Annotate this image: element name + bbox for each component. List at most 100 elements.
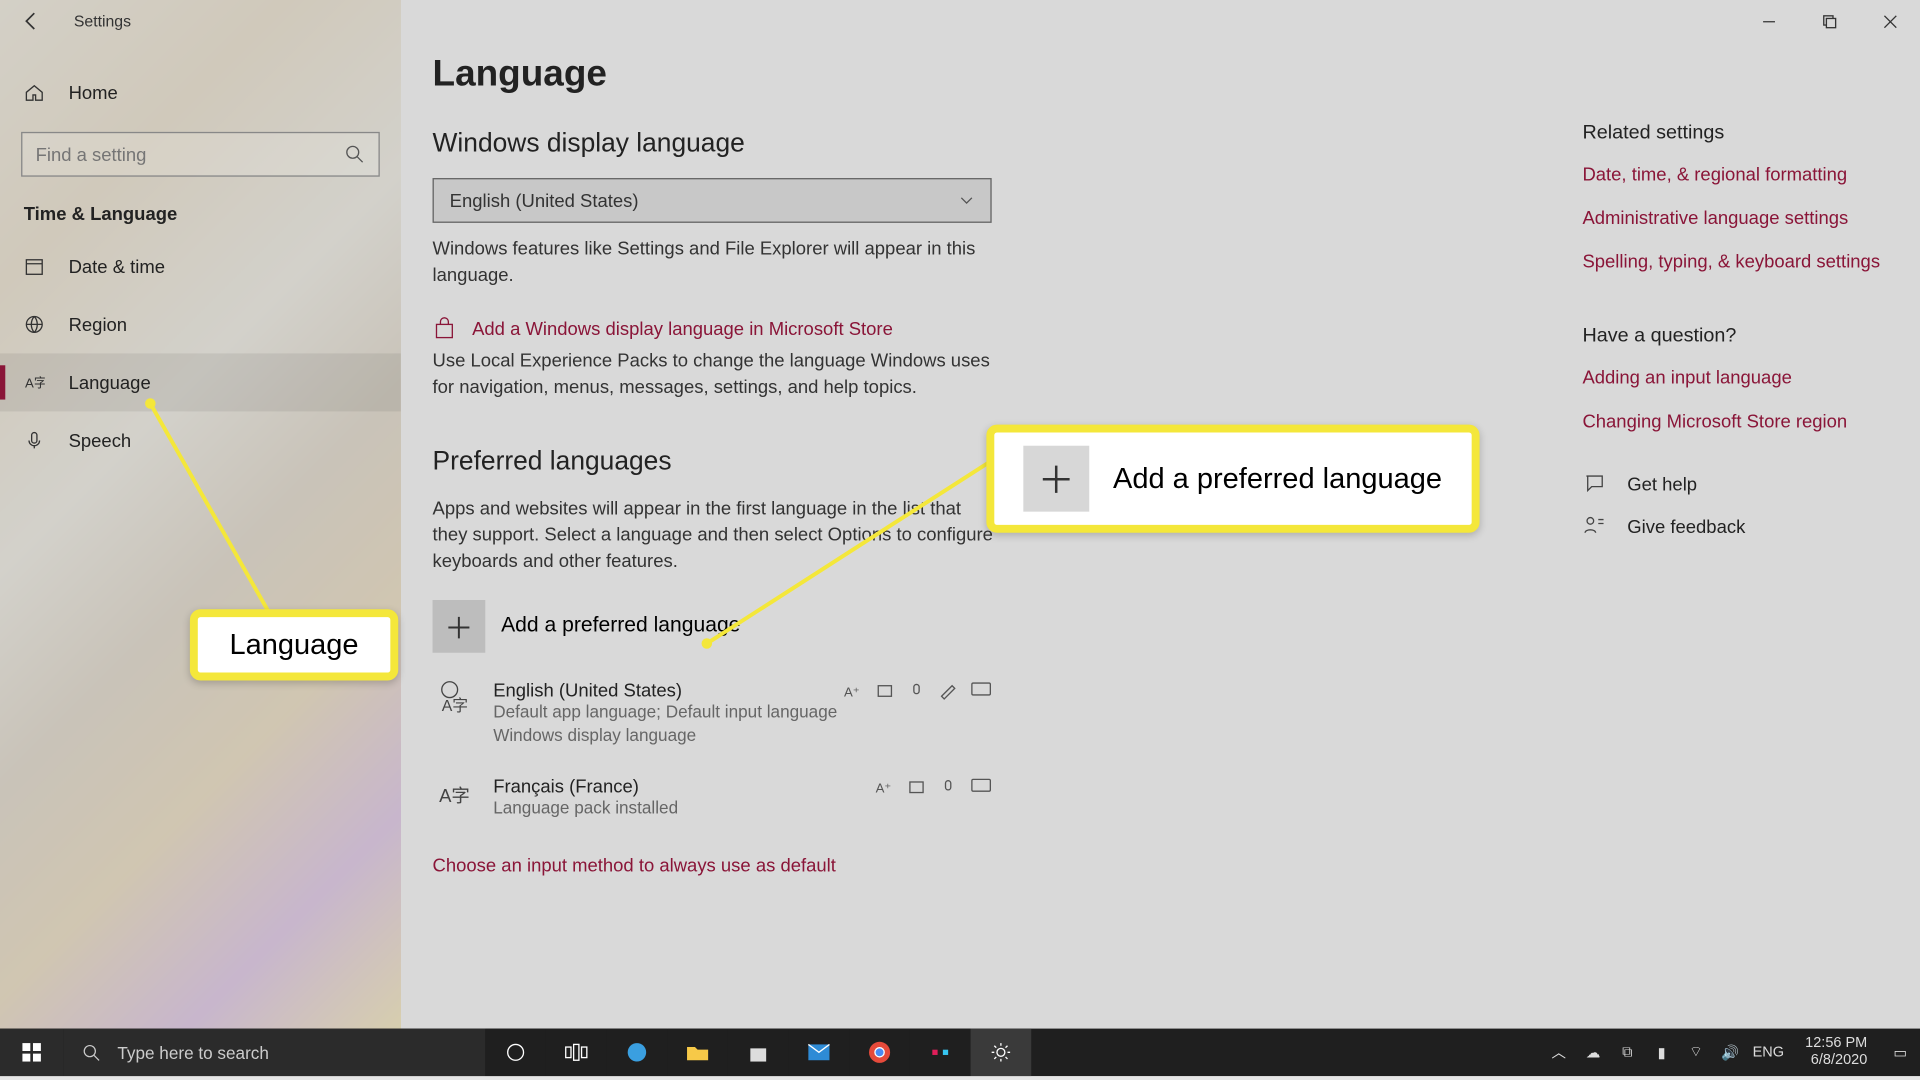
taskbar-search[interactable]: Type here to search [63,1029,485,1076]
language-subtext: Language pack installed [493,796,678,820]
wdl-description: Windows features like Settings and File … [433,236,1000,288]
chevron-down-icon [959,193,975,209]
settings-taskbar-button[interactable] [971,1029,1032,1076]
store-button[interactable] [728,1029,789,1076]
globe-icon [24,314,45,335]
search-icon [344,144,365,165]
tts-icon: A⁺ [876,777,894,795]
onedrive-icon[interactable]: ☁ [1581,1044,1605,1061]
taskview-button[interactable] [546,1029,607,1076]
wifi-icon[interactable]: ⌔ [1684,1043,1708,1061]
settings-window: Settings Home Time & Language [0,0,1920,1076]
language-item-fr[interactable]: A字 Français (France) Language pack insta… [433,775,992,820]
back-button[interactable] [0,0,63,42]
home-icon [24,82,45,103]
callout-add-language: ＋ Add a preferred language [986,425,1479,533]
sidebar-item-label: Language [69,372,151,393]
choose-input-method-link[interactable]: Choose an input method to always use as … [433,854,1889,875]
sidebar-item-speech[interactable]: Speech [0,411,401,469]
voice-icon [939,777,957,795]
keyboard-icon [971,777,992,793]
svg-text:A字: A字 [25,376,45,391]
minimize-button[interactable] [1738,0,1799,42]
taskbar: Type here to search ︿ ☁ ⧉ ▮ ⌔ 🔊 EN [0,1029,1920,1076]
svg-text:A字: A字 [442,697,468,714]
start-button[interactable] [0,1029,63,1076]
dropbox-icon[interactable]: ⧉ [1615,1044,1639,1061]
sidebar-item-label: Speech [69,430,132,451]
store-description: Use Local Experience Packs to change the… [433,348,1000,400]
slack-icon [930,1042,951,1063]
plus-icon: ＋ [1023,446,1089,512]
store-icon [748,1042,769,1063]
chrome-icon [868,1040,892,1064]
related-link[interactable]: Spelling, typing, & keyboard settings [1582,249,1885,274]
search-input[interactable] [36,144,366,165]
mail-icon [807,1043,831,1061]
related-link[interactable]: Administrative language settings [1582,206,1885,231]
calendar-icon [24,256,45,277]
language-subtext: Default app language; Default input lang… [493,700,837,748]
language-feature-icons: A⁺ [876,777,992,795]
store-link[interactable]: Add a Windows display language in Micros… [472,318,893,339]
minimize-icon [1761,14,1776,29]
related-link[interactable]: Date, time, & regional formatting [1582,162,1885,187]
edge-icon [625,1040,649,1064]
handwriting-icon [939,682,957,700]
related-heading: Related settings [1582,121,1885,143]
pref-description: Apps and websites will appear in the fir… [433,496,1000,574]
back-arrow-icon [21,11,42,32]
page-title: Language [433,53,1889,95]
home-nav[interactable]: Home [0,63,401,121]
clock[interactable]: 12:56 PM 6/8/2020 [1805,1036,1867,1069]
add-preferred-language-button[interactable]: ＋ Add a preferred language [433,600,1889,653]
question-link[interactable]: Changing Microsoft Store region [1582,408,1885,433]
notifications-icon[interactable]: ▭ [1888,1044,1912,1061]
language-name: English (United States) [493,679,837,700]
windows-icon [21,1042,42,1063]
add-preferred-label: Add a preferred language [501,615,740,639]
maximize-button[interactable] [1799,0,1860,42]
dropdown-value: English (United States) [450,190,639,211]
svg-text:A⁺: A⁺ [876,780,892,795]
explorer-button[interactable] [667,1029,728,1076]
language-icon: A字 [24,372,45,393]
taskview-icon [564,1043,588,1061]
speech-icon [876,682,894,700]
sidebar-item-datetime[interactable]: Date & time [0,237,401,295]
chat-icon [1582,473,1606,497]
question-heading: Have a question? [1582,324,1885,346]
language-glyph-icon: A字 [436,679,470,713]
svg-text:A字: A字 [439,784,470,805]
app-title: Settings [74,12,131,30]
language-item-en[interactable]: A字 English (United States) Default app l… [433,679,992,748]
close-button[interactable] [1859,0,1920,42]
tray-chevron-icon[interactable]: ︿ [1547,1042,1571,1063]
cortana-button[interactable] [485,1029,546,1076]
mail-button[interactable] [789,1029,850,1076]
gear-icon [990,1042,1011,1063]
sidebar-item-label: Region [69,314,128,335]
chrome-button[interactable] [849,1029,910,1076]
mic-icon [24,430,45,451]
get-help-link[interactable]: Get help [1582,473,1885,497]
sidebar-item-region[interactable]: Region [0,295,401,353]
sidebar-section-title: Time & Language [0,185,401,238]
display-language-dropdown[interactable]: English (United States) [433,178,992,223]
folder-icon [686,1043,710,1061]
home-label: Home [69,82,118,103]
keyboard-icon [971,682,992,698]
titlebar: Settings [0,0,1920,42]
slack-button[interactable] [910,1029,971,1076]
give-feedback-link[interactable]: Give feedback [1582,515,1885,539]
right-column: Related settings Date, time, & regional … [1582,121,1885,557]
volume-icon[interactable]: 🔊 [1718,1044,1742,1061]
question-link[interactable]: Adding an input language [1582,365,1885,390]
feedback-icon [1582,515,1606,539]
input-lang[interactable]: ENG [1753,1044,1784,1060]
sidebar-item-language[interactable]: A字 Language [0,353,401,411]
battery-icon[interactable]: ▮ [1650,1044,1674,1061]
edge-button[interactable] [607,1029,668,1076]
system-tray[interactable]: ︿ ☁ ⧉ ▮ ⌔ 🔊 ENG 12:56 PM 6/8/2020 ▭ [1547,1036,1920,1069]
search-box[interactable] [21,132,380,177]
